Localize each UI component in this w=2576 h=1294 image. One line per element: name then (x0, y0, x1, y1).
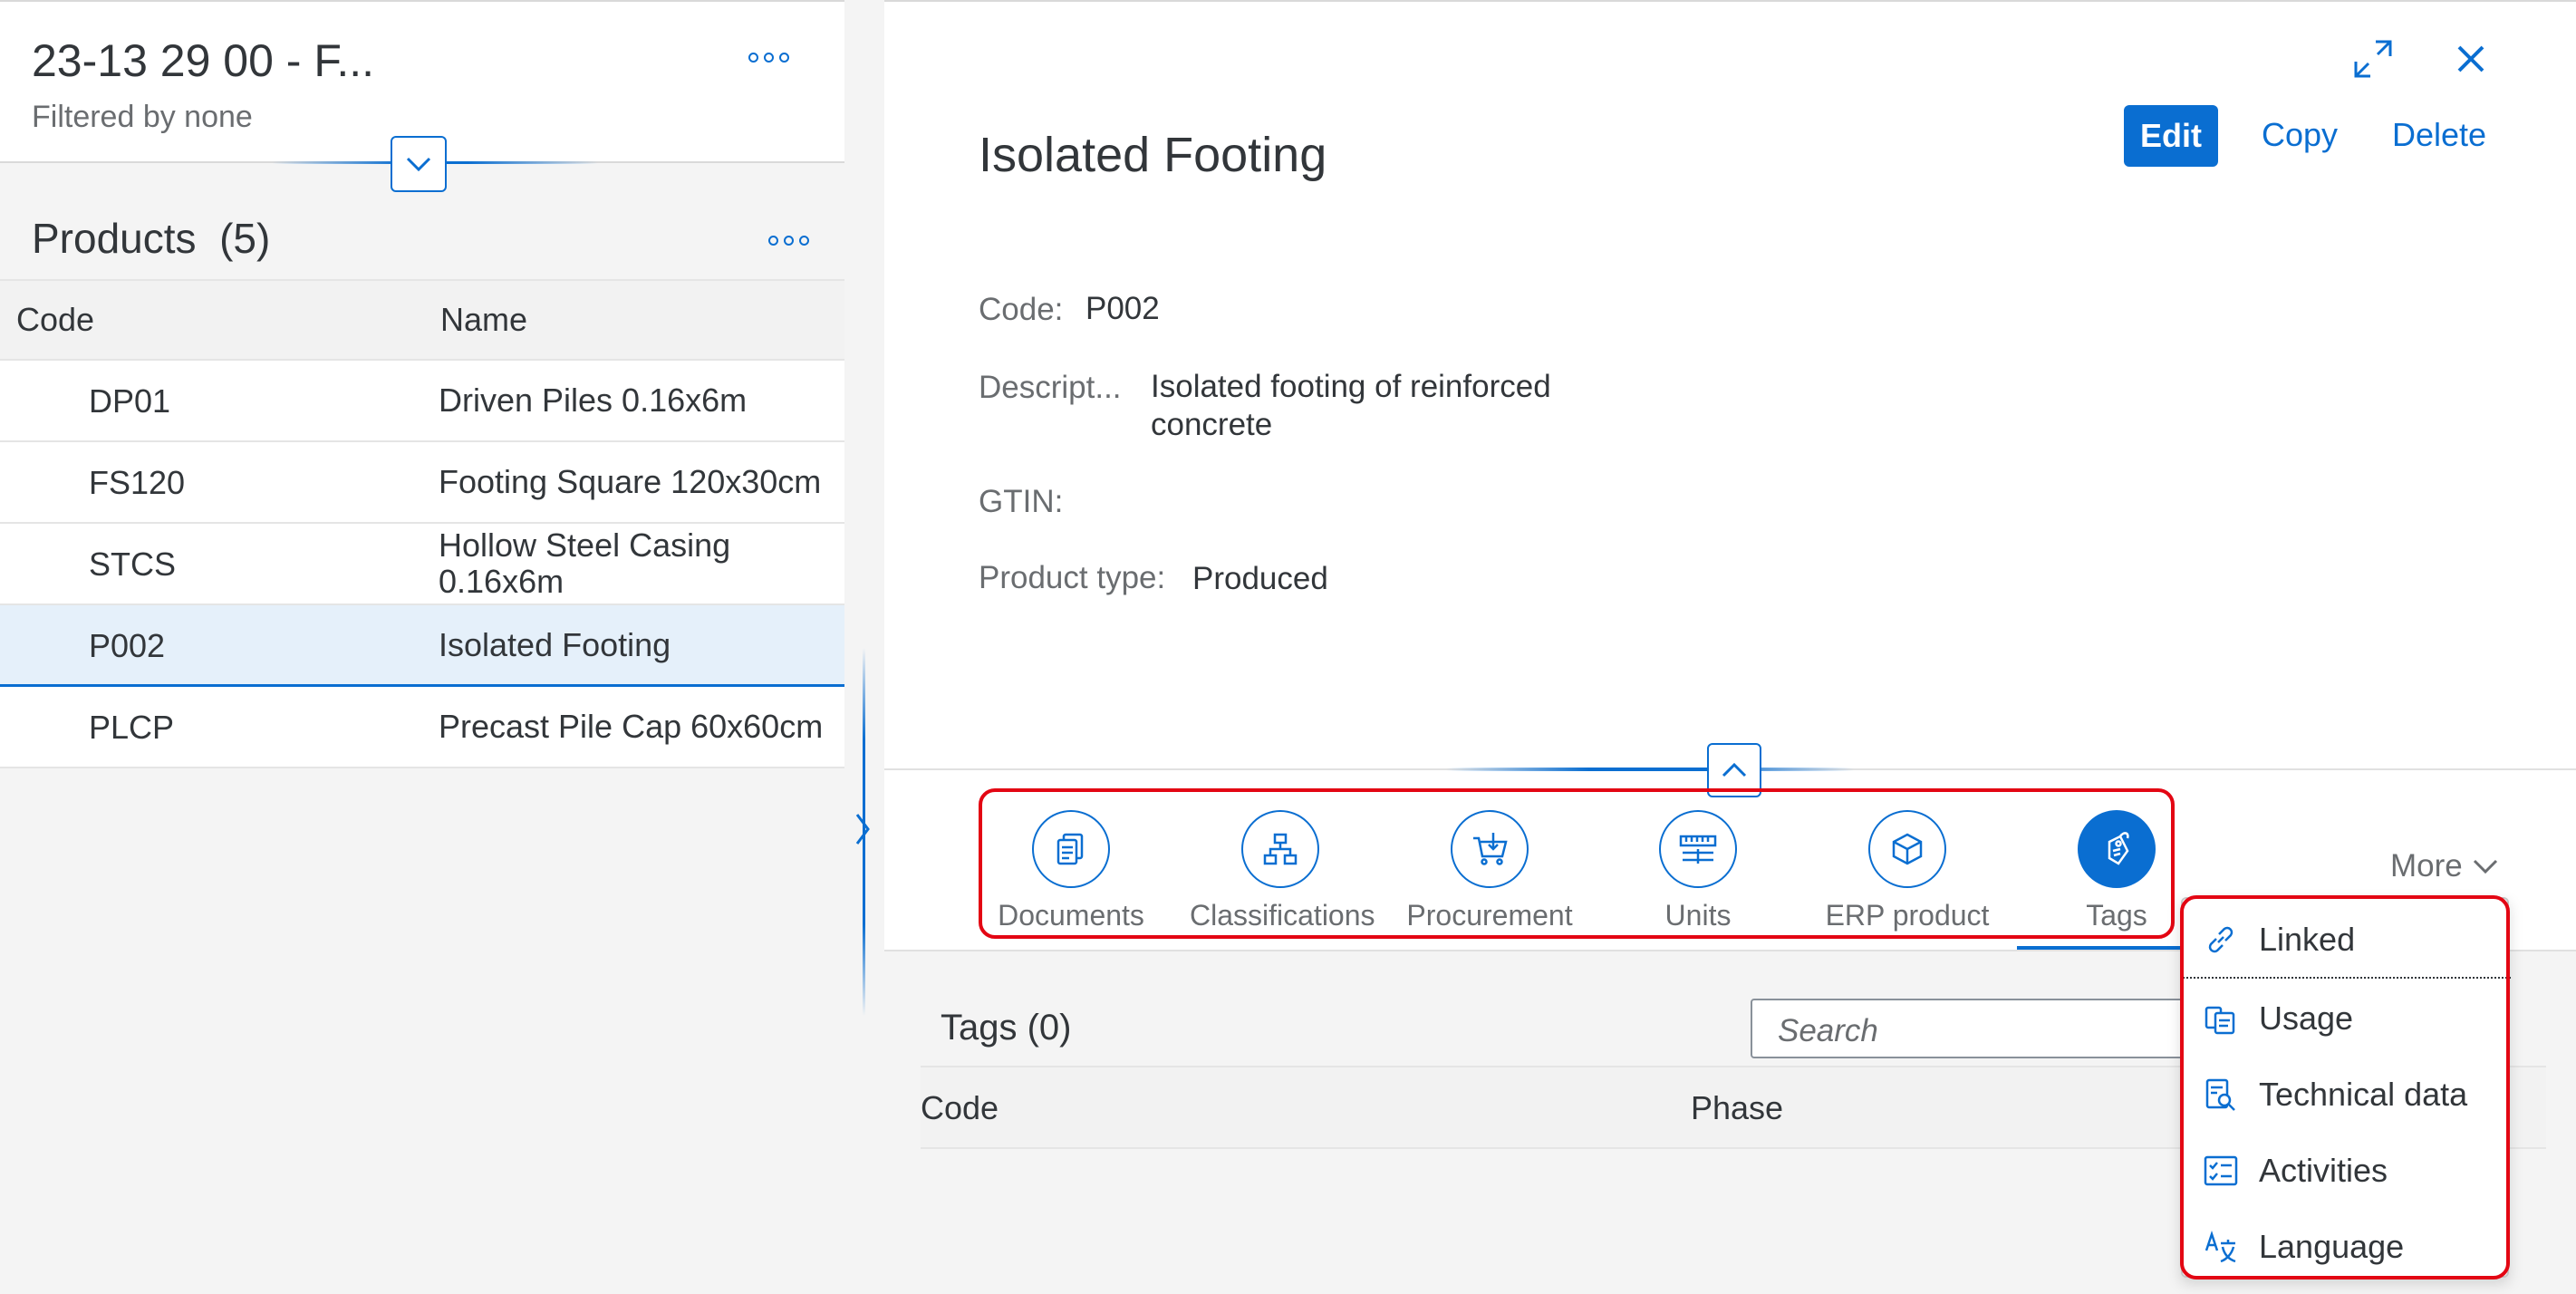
fullscreen-icon[interactable] (2352, 38, 2394, 80)
row-name: Hollow Steel Casing 0.16x6m (439, 526, 731, 600)
anchor-documents[interactable]: Documents (980, 810, 1162, 932)
anchor-label: Units (1664, 899, 1732, 932)
header-overflow-icon[interactable] (748, 53, 789, 63)
row-name: Isolated Footing (439, 626, 671, 663)
anchor-label: ERP product (1825, 899, 1990, 932)
more-dropdown-menu: Linked Usage Technical data Activities L… (2181, 897, 2511, 1278)
anchor-procurement[interactable]: Procurement (1399, 810, 1580, 932)
hierarchy-icon (1241, 810, 1319, 888)
more-label: More (2390, 848, 2463, 884)
code-value: P002 (1085, 291, 1160, 326)
tag-icon (2078, 810, 2156, 888)
row-code: P002 (89, 627, 166, 664)
header-collapse-line (1446, 768, 1854, 771)
anchor-label: Documents (998, 899, 1144, 932)
activities-icon (2203, 1153, 2239, 1189)
product-type-label: Product type: (979, 560, 1166, 595)
row-code: STCS (89, 546, 177, 583)
technical-data-icon (2203, 1077, 2239, 1113)
anchor-tags[interactable]: Tags (2026, 810, 2207, 932)
cart-icon (1451, 810, 1529, 888)
row-name: Footing Square 120x30cm (439, 463, 822, 500)
products-table-header: Code Name (0, 279, 844, 361)
master-list-pane: 23-13 29 00 - F... Filtered by none Prod… (0, 0, 844, 1294)
link-icon (2203, 922, 2239, 958)
column-header-phase[interactable]: Phase (1691, 1089, 1783, 1127)
anchor-units[interactable]: Units (1607, 810, 1789, 932)
language-icon (2203, 1229, 2239, 1265)
menu-item-technical-data[interactable]: Technical data (2183, 1057, 2511, 1133)
row-code: FS120 (89, 464, 186, 501)
menu-item-linked[interactable]: Linked (2183, 903, 2511, 979)
gtin-label: GTIN: (979, 484, 1064, 519)
table-row[interactable]: PLCP Precast Pile Cap 60x60cm (0, 687, 844, 768)
products-table: Code Name DP01 Driven Piles 0.16x6m FS12… (0, 279, 844, 768)
delete-button[interactable]: Delete (2392, 116, 2486, 154)
usage-icon (2203, 1000, 2239, 1037)
chevron-down-icon (2473, 859, 2497, 874)
column-header-code[interactable]: Code (16, 301, 94, 339)
anchor-erp-product[interactable]: ERP product (1817, 810, 1998, 932)
code-label: Code: (979, 292, 1064, 327)
column-header-name[interactable]: Name (440, 301, 527, 339)
table-row[interactable]: FS120 Footing Square 120x30cm (0, 442, 844, 524)
list-title: 23-13 29 00 - F... (32, 35, 375, 86)
filter-status: Filtered by none (32, 100, 253, 134)
copy-button[interactable]: Copy (2262, 116, 2338, 154)
chevron-down-icon (406, 157, 431, 172)
column-header-code[interactable]: Code (921, 1089, 999, 1127)
anchor-classifications[interactable]: Classifications (1190, 810, 1375, 932)
table-row-selected[interactable]: P002 Isolated Footing (0, 605, 844, 687)
row-code: DP01 (89, 382, 171, 420)
close-icon[interactable] (2455, 43, 2486, 74)
anchor-label: Classifications (1190, 899, 1375, 932)
menu-item-usage[interactable]: Usage (2183, 980, 2511, 1057)
table-row[interactable]: DP01 Driven Piles 0.16x6m (0, 361, 844, 442)
description-label: Descript... (979, 370, 1122, 405)
description-value: Isolated footing of reinforced concrete (1151, 369, 1551, 442)
documents-icon (1032, 810, 1110, 888)
product-icon (1868, 810, 1946, 888)
row-name: Precast Pile Cap 60x60cm (439, 708, 824, 745)
row-code: PLCP (89, 709, 175, 746)
row-name: Driven Piles 0.16x6m (439, 381, 748, 419)
anchor-bar-highlight: Documents Classifications Procurement Un… (979, 788, 2175, 939)
menu-item-language[interactable]: Language (2183, 1209, 2511, 1285)
table-row[interactable]: STCS Hollow Steel Casing 0.16x6m (0, 524, 844, 605)
ruler-icon (1659, 810, 1737, 888)
edit-button[interactable]: Edit (2124, 105, 2218, 167)
tags-title: Tags (0) (941, 1008, 1072, 1048)
search-placeholder: Search (1778, 1013, 1878, 1048)
pane-splitter[interactable] (844, 0, 884, 1294)
object-title: Isolated Footing (979, 128, 1327, 182)
products-title: Products (5) (32, 215, 271, 262)
products-overflow-icon[interactable] (768, 236, 809, 246)
more-button[interactable]: More (2390, 848, 2499, 884)
chevron-right-icon[interactable] (852, 811, 873, 847)
expand-header-button[interactable] (391, 136, 447, 192)
chevron-up-icon (1722, 762, 1747, 777)
menu-item-activities[interactable]: Activities (2183, 1133, 2511, 1209)
product-type-value: Produced (1192, 561, 1328, 596)
anchor-label: Procurement (1406, 899, 1573, 932)
anchor-label: Tags (2086, 899, 2147, 932)
